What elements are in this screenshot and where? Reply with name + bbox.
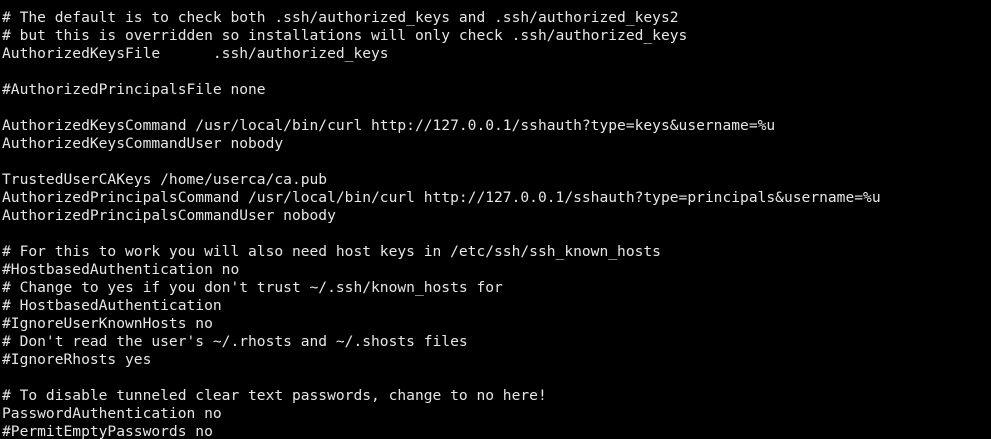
terminal-line: # Change to yes if you don't trust ~/.ss… (2, 279, 503, 296)
terminal-line: AuthorizedKeysCommand /usr/local/bin/cur… (2, 117, 776, 134)
terminal-line: #PermitEmptyPasswords no (2, 423, 213, 439)
terminal-window[interactable]: # The default is to check both .ssh/auth… (0, 0, 991, 439)
terminal-line: AuthorizedPrincipalsCommand /usr/local/b… (2, 189, 881, 206)
terminal-line: PasswordAuthentication no (2, 405, 222, 422)
terminal-line: AuthorizedKeysCommandUser nobody (2, 135, 284, 152)
terminal-line: #AuthorizedPrincipalsFile none (2, 81, 266, 98)
terminal-line: # The default is to check both .ssh/auth… (2, 9, 679, 26)
terminal-line: AuthorizedKeysFile .ssh/authorized_keys (2, 45, 389, 62)
terminal-line: # For this to work you will also need ho… (2, 243, 661, 260)
terminal-line: # Don't read the user's ~/.rhosts and ~/… (2, 333, 468, 350)
terminal-line: # but this is overridden so installation… (2, 27, 688, 44)
terminal-line: TrustedUserCAKeys /home/userca/ca.pub (2, 171, 328, 188)
terminal-line: # To disable tunneled clear text passwor… (2, 387, 547, 404)
terminal-line: AuthorizedPrincipalsCommandUser nobody (2, 207, 336, 224)
terminal-line: #IgnoreUserKnownHosts no (2, 315, 213, 332)
terminal-line: #IgnoreRhosts yes (2, 351, 152, 368)
terminal-line: #HostbasedAuthentication no (2, 261, 240, 278)
terminal-line: # HostbasedAuthentication (2, 297, 222, 314)
